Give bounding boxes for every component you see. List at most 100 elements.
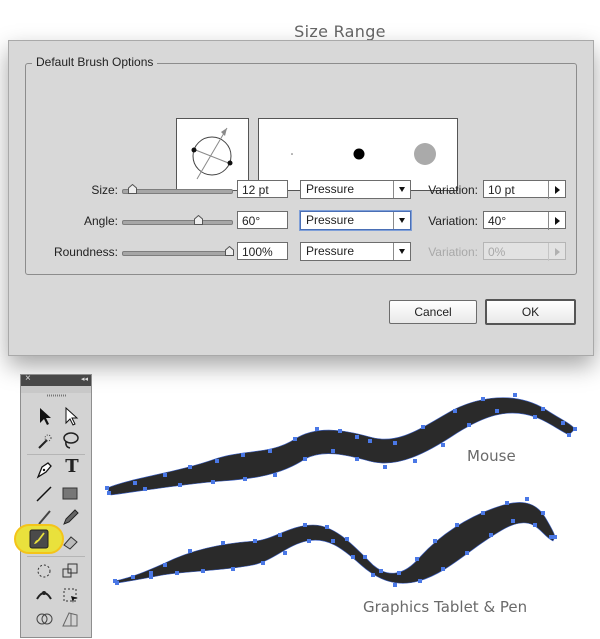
close-icon[interactable]: × (25, 373, 31, 384)
size-label: Size: (91, 183, 118, 197)
angle-mode-label: Pressure (306, 213, 355, 227)
roundness-field[interactable]: 100% (237, 242, 288, 260)
tablet-stroke-anchor (351, 555, 355, 559)
magic-wand-tool-icon[interactable] (33, 429, 55, 451)
width-tool-icon[interactable] (33, 584, 55, 606)
mouse-stroke-anchor (453, 409, 457, 413)
tablet-stroke-anchor (455, 523, 459, 527)
mouse-stroke-anchor (303, 457, 307, 461)
size-mode-label: Pressure (306, 182, 355, 196)
mouse-stroke-anchor (561, 421, 565, 425)
size-variation-field[interactable]: 10 pt (483, 180, 566, 199)
selection-tool-icon[interactable] (33, 405, 55, 427)
mouse-stroke-anchor (467, 423, 471, 427)
roundness-variation-field: 0% (483, 242, 566, 261)
pencil-tool-icon[interactable] (59, 506, 81, 528)
rotate-tool-icon[interactable] (33, 560, 55, 582)
tablet-stroke-anchor (331, 539, 335, 543)
mouse-stroke-anchor (105, 486, 109, 490)
mouse-stroke-anchor (243, 477, 247, 481)
size-slider[interactable] (122, 189, 233, 194)
mouse-stroke-anchor (241, 453, 245, 457)
tablet-stroke-anchor (549, 535, 553, 539)
brush-strokes (106, 397, 576, 584)
angle-variation-label: Variation: (428, 214, 478, 228)
panel-grip[interactable] (21, 386, 91, 397)
tablet-stroke-anchor (131, 575, 135, 579)
tablet-stroke-anchor (303, 523, 307, 527)
line-segment-tool-icon[interactable] (33, 482, 55, 504)
tablet-stroke-anchor (307, 539, 311, 543)
tools-panel-header: × ◂◂ (21, 373, 91, 386)
mouse-stroke-anchor (273, 473, 277, 477)
tablet-stroke-anchor (345, 537, 349, 541)
size-slider-thumb[interactable] (128, 184, 137, 194)
tablet-stroke-anchor (541, 511, 545, 515)
mouse-stroke-anchor (383, 465, 387, 469)
mouse-stroke-anchor (133, 481, 137, 485)
collapse-icon[interactable]: ◂◂ (81, 375, 88, 383)
angle-field[interactable]: 60° (237, 211, 288, 229)
mouse-stroke-anchor (315, 427, 319, 431)
tablet-stroke-anchor (363, 555, 367, 559)
mouse-stroke-anchor (421, 425, 425, 429)
tablet-stroke-anchor (325, 525, 329, 529)
tablet-stroke-anchor (511, 519, 515, 523)
tablet-caption: Graphics Tablet & Pen (363, 598, 528, 616)
tablet-stroke-anchor (441, 567, 445, 571)
roundness-slider-thumb[interactable] (225, 246, 234, 256)
mouse-stroke-anchor (393, 441, 397, 445)
tablet-stroke-anchor (231, 567, 235, 571)
roundness-slider[interactable] (122, 251, 233, 256)
group-label: Default Brush Options (32, 55, 158, 69)
cancel-button[interactable]: Cancel (389, 300, 477, 324)
pen-tool-icon[interactable] (33, 458, 55, 480)
tablet-stroke-anchor (149, 575, 153, 579)
free-transform-tool-icon[interactable] (59, 584, 81, 606)
tablet-stroke-anchor (188, 549, 192, 553)
stroke-illustration (105, 393, 577, 587)
rectangle-tool-icon[interactable] (59, 482, 81, 504)
angle-label: Angle: (83, 214, 118, 228)
tablet-stroke-anchor (481, 511, 485, 515)
tablet-stroke-anchor (505, 501, 509, 505)
mouse-caption: Mouse (467, 447, 516, 465)
scale-tool-icon[interactable] (59, 560, 81, 582)
direct-selection-tool-icon[interactable] (59, 405, 81, 427)
default-brush-options-group: Default Brush Options Size: 12 pt Pressu… (25, 55, 577, 275)
mouse-stroke-anchor (567, 433, 571, 437)
tablet-stroke-anchor (253, 539, 257, 543)
mouse-stroke-anchor (368, 439, 372, 443)
tablet-stroke-anchor (201, 569, 205, 573)
tablet-stroke-anchor (278, 533, 282, 537)
mouse-stroke-anchor (355, 457, 359, 461)
shape-builder-tool-icon[interactable] (33, 608, 55, 630)
mouse-stroke-anchor (573, 427, 577, 431)
tablet-stroke-anchor (533, 523, 537, 527)
angle-variation-field[interactable]: 40° (483, 211, 566, 230)
mouse-stroke-anchor (541, 407, 545, 411)
mouse-stroke-anchor (178, 483, 182, 487)
blob-brush-tool-icon[interactable] (28, 528, 50, 550)
tablet-stroke-anchor (525, 497, 529, 501)
angle-slider-thumb[interactable] (194, 215, 203, 225)
type-tool-icon[interactable]: T (61, 456, 83, 478)
mouse-stroke-anchor (355, 435, 359, 439)
perspective-grid-tool-icon[interactable] (59, 608, 81, 630)
mouse-stroke-anchor (268, 449, 272, 453)
lasso-tool-icon[interactable] (59, 429, 81, 451)
mouse-stroke-anchor (143, 487, 147, 491)
tablet-stroke-anchor (175, 571, 179, 575)
tablet-stroke-anchor (393, 583, 397, 587)
mouse-stroke-anchor (293, 437, 297, 441)
roundness-variation-label: Variation: (428, 245, 478, 259)
mouse-stroke-anchor (215, 459, 219, 463)
tablet-stroke-anchor (379, 569, 383, 573)
size-field[interactable]: 12 pt (237, 180, 288, 198)
mouse-stroke-anchor (211, 480, 215, 484)
tablet-stroke-anchor (418, 579, 422, 583)
angle-slider[interactable] (122, 220, 233, 225)
ok-button[interactable]: OK (485, 299, 576, 325)
tablet-stroke-anchor (465, 551, 469, 555)
tablet-stroke-anchor (283, 551, 287, 555)
